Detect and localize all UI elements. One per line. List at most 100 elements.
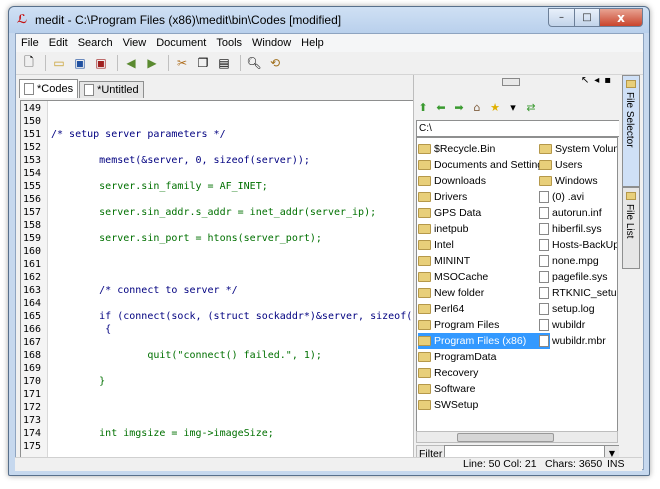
code-line[interactable]: 154 [21,167,413,180]
close-button[interactable]: x [600,8,643,27]
code-line[interactable]: 174 int imgsize = img->imageSize; [21,427,413,440]
file-item[interactable]: ProgramData [418,349,550,365]
tab-codes[interactable]: *Codes [19,79,79,98]
tab-file-list[interactable]: File List [622,187,640,269]
code-line[interactable]: 161 [21,258,413,271]
code-line[interactable]: 157 server.sin_addr.s_addr = inet_addr(s… [21,206,413,219]
redo-icon[interactable]: ▶ [143,54,161,72]
new-icon[interactable]: 🗋 [20,54,38,72]
file-item[interactable]: Recovery [418,365,550,381]
horizontal-scrollbar[interactable] [416,431,618,443]
dropdown-icon[interactable]: ▾ [506,101,520,114]
code-line[interactable]: 152 [21,141,413,154]
code-line[interactable]: 167 [21,336,413,349]
menu-file[interactable]: File [16,37,44,49]
bookmark-icon[interactable]: ★ [488,101,502,114]
back-icon[interactable]: ⬅ [434,101,448,114]
file-item[interactable]: Software [418,381,550,397]
code-editor[interactable]: 149 150 151/* setup server parameters */15… [20,100,414,470]
paste-icon[interactable]: ▤ [215,54,233,72]
file-item[interactable]: Program Files [418,317,550,333]
tab-file-selector[interactable]: File Selector [622,75,640,187]
file-item[interactable]: wubildr.mbr [539,333,617,349]
code-line[interactable]: 169 [21,362,413,375]
cut-icon[interactable]: ✂ [173,54,191,72]
file-item[interactable]: Hosts-BackUp [539,237,617,253]
up-icon[interactable]: ⬆ [416,101,430,114]
forward-icon[interactable]: ➡ [452,101,466,114]
code-line[interactable]: 165 if (connect(sock, (struct sockaddr*)… [21,310,413,323]
file-item[interactable]: Downloads [418,173,550,189]
menu-view[interactable]: View [118,37,152,49]
file-item[interactable]: System Volume [539,141,617,157]
pane-controls[interactable]: ↖◂▪ [581,75,616,86]
file-item[interactable]: Intel [418,237,550,253]
copy-icon[interactable]: ❐ [194,54,212,72]
file-list[interactable]: $Recycle.Bin Documents and Settings Downlo… [416,137,618,435]
file-item[interactable]: none.mpg [539,253,617,269]
code-line[interactable]: 173 [21,414,413,427]
file-item[interactable]: MSOCache [418,269,550,285]
home-icon[interactable]: ⌂ [470,101,484,114]
file-item[interactable]: hiberfil.sys [539,221,617,237]
scrollbar-thumb[interactable] [457,433,554,442]
file-item[interactable]: Windows [539,173,617,189]
code-line[interactable]: 151 /* setup server parameters */ [21,128,413,141]
code-line[interactable]: 164 [21,297,413,310]
code-line[interactable]: 166 { [21,323,413,336]
path-field[interactable]: C:\ [416,120,620,137]
file-item[interactable]: MININT [418,253,550,269]
file-item[interactable]: SWSetup [418,397,550,413]
code-line[interactable]: 159 server.sin_port = htons(server_port)… [21,232,413,245]
file-item[interactable]: (0) .avi [539,189,617,205]
tab-untitled[interactable]: *Untitled [79,81,144,98]
file-item[interactable]: GPS Data [418,205,550,221]
menu-document[interactable]: Document [151,37,211,49]
code-line[interactable]: 160 [21,245,413,258]
menu-tools[interactable]: Tools [211,37,247,49]
folder-icon [418,192,431,202]
minimize-button[interactable]: – [548,8,575,27]
file-item[interactable]: Program Files (x86) [418,333,551,349]
save-as-icon[interactable]: ▣ [92,54,110,72]
menu-help[interactable]: Help [296,37,329,49]
code-line[interactable]: 156 [21,193,413,206]
code-line[interactable]: 155 server.sin_family = AF_INET; [21,180,413,193]
file-item[interactable]: wubildr [539,317,617,333]
file-item[interactable]: RTKNIC_setup.lo [539,285,617,301]
code-line[interactable]: 153 memset(&server, 0, sizeof(server)); [21,154,413,167]
pane-drag-handle[interactable] [502,78,520,86]
code-line[interactable]: 158 [21,219,413,232]
save-icon[interactable]: ▣ [71,54,89,72]
code-line[interactable]: 162 [21,271,413,284]
sync-icon[interactable]: ⇄ [524,101,538,114]
file-item[interactable]: pagefile.sys [539,269,617,285]
menu-edit[interactable]: Edit [44,37,73,49]
file-item[interactable]: Perl64 [418,301,550,317]
cursor-position: Line: 50 Col: 21 [463,458,537,470]
menu-search[interactable]: Search [73,37,118,49]
code-line[interactable]: 149 [21,102,413,115]
code-line[interactable]: 168 quit("connect() failed.", 1); [21,349,413,362]
title-bar[interactable]: ℒ medit - C:\Program Files (x86)\medit\b… [9,7,649,33]
code-line[interactable]: 170 } [21,375,413,388]
code-line[interactable]: 150 [21,115,413,128]
maximize-button[interactable]: □ [575,8,600,27]
code-line[interactable]: 171 [21,388,413,401]
find-icon[interactable]: 🔍︎ [245,54,263,72]
file-item[interactable]: Users [539,157,617,173]
open-icon[interactable]: ▭ [50,54,68,72]
code-line[interactable]: 175 [21,440,413,453]
file-item[interactable]: setup.log [539,301,617,317]
file-item[interactable]: Documents and Settings [418,157,550,173]
code-line[interactable]: 163 /* connect to server */ [21,284,413,297]
file-item[interactable]: $Recycle.Bin [418,141,550,157]
file-item[interactable]: Drivers [418,189,550,205]
file-item[interactable]: inetpub [418,221,550,237]
find-replace-icon[interactable]: ⟲ [266,54,284,72]
file-item[interactable]: autorun.inf [539,205,617,221]
menu-window[interactable]: Window [247,37,296,49]
undo-icon[interactable]: ◀ [122,54,140,72]
code-line[interactable]: 172 [21,401,413,414]
file-item[interactable]: New folder [418,285,550,301]
